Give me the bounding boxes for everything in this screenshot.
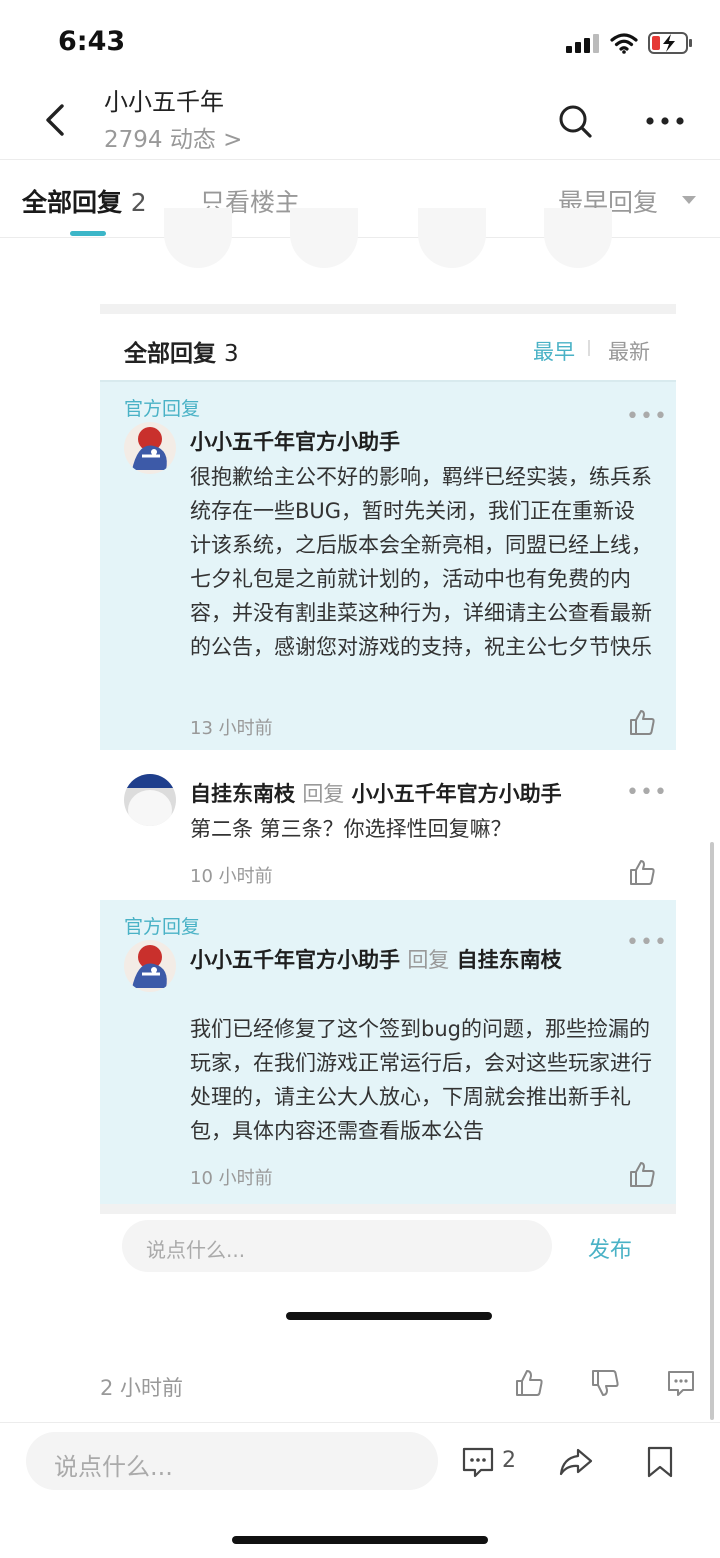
comment-input-placeholder: 说点什么... xyxy=(54,1453,173,1481)
header-divider xyxy=(0,159,720,160)
panel-heading-count: 3 xyxy=(224,341,239,367)
official-reply: 官方回复 ••• 小小五千年官方小助手 回复 自挂东南枝 我们已经修复了这个签到… xyxy=(100,900,676,1204)
reply-time: 10 小时前 xyxy=(190,866,273,887)
tab-all-replies[interactable]: 全部回复 2 xyxy=(22,183,147,219)
signal-icon xyxy=(566,34,599,53)
share-button[interactable] xyxy=(544,208,612,268)
back-arrow-icon[interactable] xyxy=(38,100,78,140)
official-reply-label: 官方回复 xyxy=(124,398,201,420)
reply-text: 我们已经修复了这个签到bug的问题，那些捡漏的玩家，在我们游戏正常运行后，会对这… xyxy=(190,1017,652,1143)
panel-top-divider xyxy=(100,304,676,314)
reply-text: 很抱歉给主公不好的影响，羁绊已经实装，练兵系统存在一些BUG，暂时先关闭，我们正… xyxy=(190,465,652,659)
battery-charging-icon xyxy=(648,32,692,54)
reply-author[interactable]: 小小五千年官方小助手 xyxy=(190,948,400,972)
dislike-button[interactable] xyxy=(418,208,486,268)
thumbs-up-icon[interactable] xyxy=(628,858,656,886)
thumbs-up-icon[interactable] xyxy=(628,708,656,736)
more-options-icon[interactable] xyxy=(640,104,690,138)
reply-to-author[interactable]: 自挂东南枝 xyxy=(457,948,562,972)
panel-bottom-divider xyxy=(100,1204,676,1214)
comment-count: 2 xyxy=(502,1448,516,1473)
panel-heading-label: 全部回复 xyxy=(124,341,216,367)
official-reply-label: 官方回复 xyxy=(124,916,201,938)
panel-home-indicator xyxy=(286,1312,492,1320)
more-options-icon[interactable]: ••• xyxy=(626,930,668,955)
reply-text: 第二条 第三条？你选择性回复嘛？ xyxy=(190,817,512,841)
tab-all-replies-label: 全部回复 xyxy=(22,188,123,217)
like-button[interactable] xyxy=(290,208,358,268)
avatar[interactable] xyxy=(124,774,176,826)
reply-word: 回复 xyxy=(302,782,345,806)
tabs-divider xyxy=(0,237,720,238)
reply-time: 10 小时前 xyxy=(190,1168,273,1189)
sort-separator xyxy=(588,340,590,356)
sort-earliest-button[interactable]: 最早 xyxy=(533,336,575,366)
chevron-down-icon[interactable] xyxy=(682,196,696,204)
status-time: 6:43 xyxy=(58,26,126,57)
home-indicator xyxy=(232,1536,488,1544)
tab-all-replies-count: 2 xyxy=(130,188,147,217)
search-icon[interactable] xyxy=(556,102,596,142)
thumbs-up-icon[interactable] xyxy=(514,1368,544,1398)
reply-word: 回复 xyxy=(407,948,450,972)
status-icons xyxy=(566,30,694,56)
activity-count-link[interactable]: 2794 动态 > xyxy=(104,120,242,154)
avatar[interactable] xyxy=(124,422,176,474)
user-reply: 自挂东南枝 回复 小小五千年官方小助手 ••• 第二条 第三条？你选择性回复嘛？… xyxy=(100,750,676,900)
bookmark-icon[interactable] xyxy=(642,1444,678,1480)
post-time: 2 小时前 xyxy=(100,1376,184,1400)
reply-comment-placeholder: 说点什么... xyxy=(146,1238,246,1262)
comment-icon[interactable] xyxy=(666,1368,696,1398)
reply-author-line: 自挂东南枝 回复 小小五千年官方小助手 xyxy=(190,778,562,808)
share-icon[interactable] xyxy=(558,1444,594,1480)
publish-button[interactable]: 发布 xyxy=(588,1232,632,1264)
page-title: 小小五千年 xyxy=(104,88,224,116)
sort-latest-button[interactable]: 最新 xyxy=(608,336,650,366)
more-options-icon[interactable]: ••• xyxy=(626,404,668,429)
thumbs-up-icon[interactable] xyxy=(628,1160,656,1188)
wifi-icon xyxy=(610,33,638,54)
tab-active-indicator xyxy=(70,231,106,236)
reply-to-author[interactable]: 小小五千年官方小助手 xyxy=(352,782,562,806)
comment-icon[interactable] xyxy=(460,1444,496,1480)
official-reply: 官方回复 ••• 小小五千年官方小助手 很抱歉给主公不好的影响，羁绊已经实装，练… xyxy=(100,382,676,750)
reaction-button[interactable] xyxy=(164,208,232,268)
scrollbar[interactable] xyxy=(710,842,714,1420)
thumbs-down-icon[interactable] xyxy=(590,1368,620,1398)
reply-time: 13 小时前 xyxy=(190,718,273,739)
avatar[interactable] xyxy=(124,940,176,992)
more-options-icon[interactable]: ••• xyxy=(626,780,668,805)
reply-author[interactable]: 自挂东南枝 xyxy=(190,782,295,806)
reply-author-line: 小小五千年官方小助手 回复 自挂东南枝 xyxy=(190,944,562,974)
reply-author[interactable]: 小小五千年官方小助手 xyxy=(190,426,400,456)
panel-heading: 全部回复 3 xyxy=(124,334,239,368)
